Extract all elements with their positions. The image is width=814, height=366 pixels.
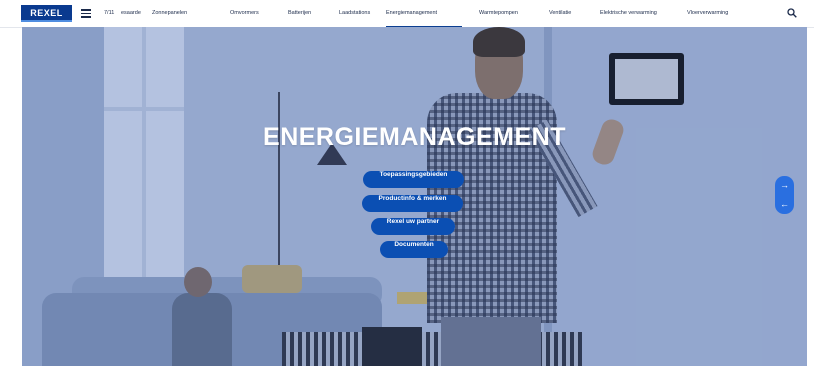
search-icon[interactable] [787, 8, 797, 18]
nav-item-laadstations[interactable]: Laadstations [339, 0, 370, 27]
button-productinfo-merken[interactable]: Productinfo & merken [362, 195, 463, 212]
nav-item-energiemanagement[interactable]: Energiemanagement [386, 0, 462, 27]
nav-item-ventilatie[interactable]: Ventilatie [549, 0, 571, 27]
hero-banner: ENERGIEMANAGEMENT Toepassingsgebieden Pr… [22, 27, 807, 366]
button-toepassingsgebieden[interactable]: Toepassingsgebieden [363, 171, 464, 188]
slide-counter: 7/11 [104, 10, 115, 16]
top-navigation: REXEL 7/11 esaarde Zonnepanelen Omvormer… [0, 0, 814, 28]
button-documenten[interactable]: Documenten [380, 241, 448, 258]
nav-item-elektrische-verwarming[interactable]: Elektrische verwarming [600, 0, 657, 27]
rexel-logo[interactable]: REXEL [21, 5, 72, 22]
arrow-left-icon[interactable]: ← [775, 195, 794, 214]
arrow-right-icon[interactable]: → [775, 176, 794, 195]
nav-item-aarde[interactable]: esaarde [121, 0, 141, 27]
slide-navigation: → ← [775, 176, 794, 214]
nav-item-warmtepompen[interactable]: Warmtepompen [479, 0, 518, 27]
hamburger-icon[interactable] [81, 9, 91, 18]
hero-title: ENERGIEMANAGEMENT [263, 123, 566, 151]
button-rexel-uw-partner[interactable]: Rexel uw partner [371, 218, 455, 235]
nav-item-batterijen[interactable]: Batterijen [288, 0, 311, 27]
nav-item-vloerverwarming[interactable]: Vloerverwarming [687, 0, 728, 27]
nav-item-omvormers[interactable]: Omvormers [230, 0, 259, 27]
nav-item-zonnepanelen[interactable]: Zonnepanelen [152, 0, 187, 27]
